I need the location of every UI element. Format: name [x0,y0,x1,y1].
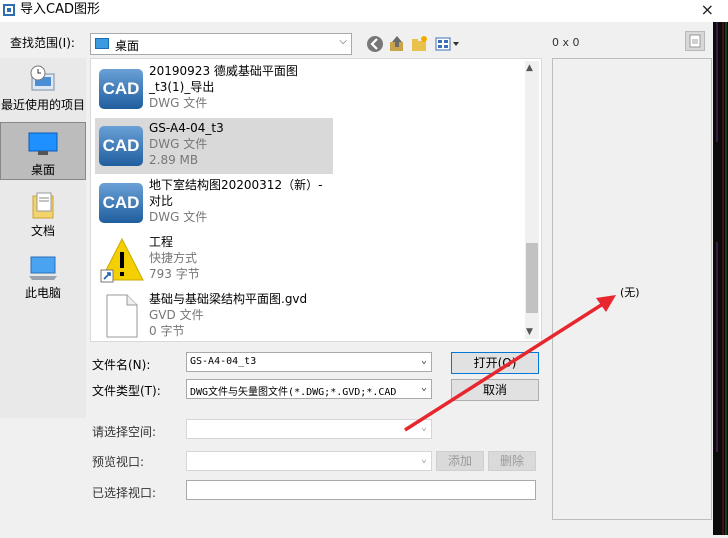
annotation-arrow [404,295,616,432]
